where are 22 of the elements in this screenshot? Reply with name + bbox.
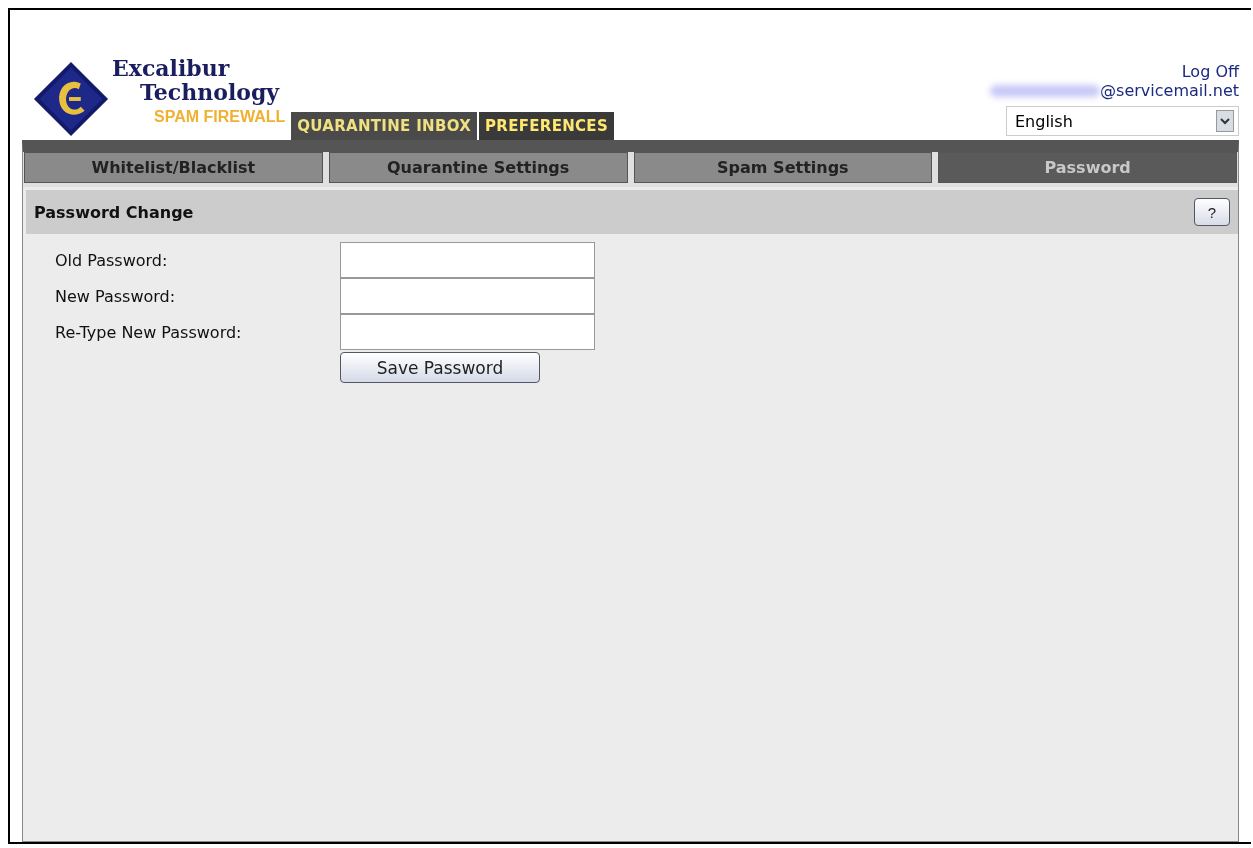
password-field[interactable] — [340, 314, 595, 350]
password-field[interactable] — [340, 242, 595, 278]
section-title: Password Change — [34, 202, 194, 222]
sub-tab[interactable]: Quarantine Settings — [328, 152, 628, 183]
main-tab[interactable]: QUARANTINE INBOX — [291, 112, 478, 140]
field-label: New Password: — [55, 286, 177, 306]
sub-tab[interactable]: Whitelist/Blacklist — [24, 152, 323, 183]
field-label: Old Password: — [55, 250, 169, 270]
sub-tab[interactable]: Spam Settings — [633, 152, 933, 183]
language-select[interactable]: English — [1006, 106, 1239, 136]
main-tab[interactable]: PREFERENCES — [479, 112, 615, 140]
user-email: @servicemail.net — [1100, 81, 1239, 100]
log-off-link[interactable]: Log Off — [1181, 62, 1239, 81]
diamond-logo-icon — [32, 60, 110, 138]
help-button[interactable]: ? — [1194, 198, 1230, 226]
sub-tab[interactable]: Password — [938, 152, 1237, 183]
save-password-button[interactable]: Save Password — [340, 352, 540, 383]
company-name: Excalibur — [112, 56, 231, 80]
company-name: Technology — [140, 80, 281, 104]
field-label: Re-Type New Password: — [55, 322, 243, 342]
password-field[interactable] — [340, 278, 595, 314]
product-name: SPAM FIREWALL — [154, 108, 286, 126]
